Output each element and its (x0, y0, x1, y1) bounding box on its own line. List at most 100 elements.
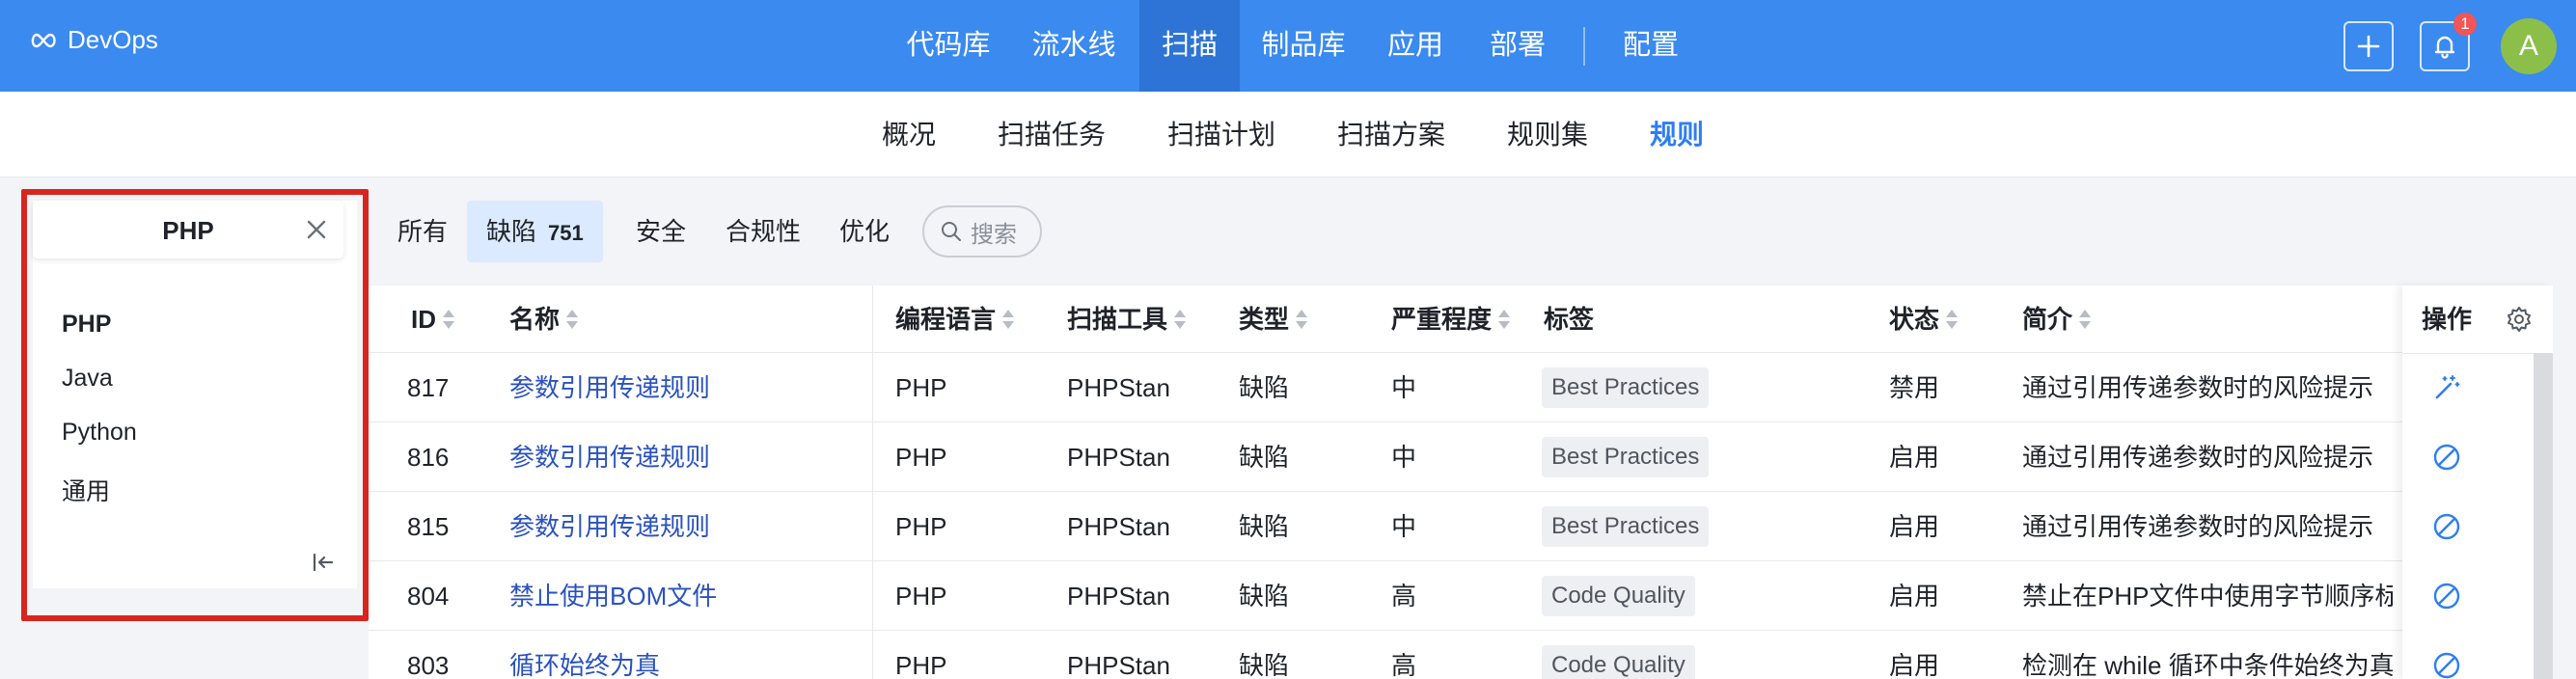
magic-wand-icon[interactable] (2431, 372, 2462, 403)
cell-severity: 高 (1391, 651, 1417, 679)
cell-status: 启用 (1889, 651, 1940, 679)
th-desc[interactable]: 简介 (2022, 285, 2092, 353)
table-row: 815 参数引用传递规则 PHP PHPStan 缺陷 中 Best Pract… (369, 492, 2553, 561)
th-id[interactable]: ID (411, 285, 455, 353)
sort-icon[interactable] (1001, 309, 1015, 330)
cell-tag: Best Practices (1542, 367, 1710, 408)
cell-language: PHP (895, 651, 947, 679)
th-language[interactable]: 编程语言 (895, 285, 1015, 353)
subnav-overview[interactable]: 概况 (882, 92, 936, 177)
th-tags: 标签 (1544, 285, 1594, 353)
add-button[interactable] (2343, 21, 2394, 71)
th-type[interactable]: 类型 (1239, 285, 1308, 353)
th-ops-label: 操作 (2422, 305, 2473, 334)
cell-type: 缺陷 (1239, 582, 1290, 611)
nav-item-code[interactable]: 代码库 (891, 0, 1005, 92)
cell-desc: 通过引用传递参数时的风险提示 (2022, 443, 2374, 472)
search-placeholder: 搜索 (971, 221, 1017, 248)
cell-tag: Best Practices (1542, 506, 1710, 547)
bell-icon (2434, 36, 2455, 59)
sort-icon[interactable] (1295, 309, 1308, 330)
subnav-rules[interactable]: 规则 (1650, 92, 1704, 177)
sort-icon[interactable] (1173, 309, 1187, 330)
top-bar: DevOps 代码库 流水线 扫描 制品库 应用 部署 配置 1 A (0, 0, 2576, 92)
cell-id: 803 (407, 651, 450, 679)
subnav-scan-plans[interactable]: 扫描计划 (1167, 92, 1275, 177)
nav-item-config[interactable]: 配置 (1605, 0, 1696, 92)
filter-compliance[interactable]: 合规性 (726, 201, 801, 262)
th-name-label: 名称 (509, 305, 561, 334)
th-ops: 操作 (2422, 285, 2472, 353)
filter-defect-label: 缺陷 (486, 217, 537, 246)
user-avatar[interactable]: A (2501, 18, 2557, 74)
subnav-scan-schemes[interactable]: 扫描方案 (1337, 92, 1445, 177)
sort-icon[interactable] (442, 309, 455, 330)
cell-status: 禁用 (1889, 373, 1940, 402)
cell-id: 816 (407, 443, 450, 472)
vertical-scrollbar[interactable] (2534, 353, 2553, 679)
cell-name-link[interactable]: 参数引用传递规则 (509, 353, 710, 422)
cell-desc: 通过引用传递参数时的风险提示 (2022, 373, 2374, 402)
cell-severity: 中 (1391, 443, 1417, 472)
cell-tool: PHPStan (1067, 373, 1170, 402)
cell-tool: PHPStan (1067, 512, 1170, 541)
subnav-rulesets[interactable]: 规则集 (1507, 92, 1588, 177)
nav-item-deploy[interactable]: 部署 (1472, 0, 1563, 92)
disable-icon[interactable] (2431, 442, 2462, 473)
cell-desc: 通过引用传递参数时的风险提示 (2022, 512, 2374, 541)
filter-security[interactable]: 安全 (636, 201, 686, 262)
filter-optimize[interactable]: 优化 (839, 201, 890, 262)
sort-icon[interactable] (2078, 309, 2092, 330)
operations-column: 操作 (2402, 285, 2553, 679)
disable-icon[interactable] (2431, 581, 2462, 611)
sort-icon[interactable] (1945, 309, 1959, 330)
sort-icon[interactable] (1497, 309, 1511, 330)
th-desc-label: 简介 (2022, 305, 2073, 334)
subnav-scan-tasks[interactable]: 扫描任务 (998, 92, 1106, 177)
cell-tag: Code Quality (1542, 645, 1695, 679)
filter-defect-count: 751 (548, 221, 584, 245)
th-name[interactable]: 名称 (509, 285, 579, 353)
cell-desc: 检测在 while 循环中条件始终为真的情况 (2022, 651, 2393, 679)
th-status[interactable]: 状态 (1889, 285, 1959, 353)
cell-tag: Best Practices (1542, 437, 1710, 477)
sort-icon[interactable] (565, 309, 579, 330)
nav-item-apps[interactable]: 应用 (1370, 0, 1461, 92)
filter-defect[interactable]: 缺陷 751 (467, 201, 603, 262)
gear-icon[interactable] (2505, 305, 2534, 334)
plus-icon (2357, 35, 2380, 58)
cell-severity: 中 (1391, 512, 1417, 541)
nav-separator (1583, 27, 1585, 66)
cell-name-link[interactable]: 参数引用传递规则 (509, 422, 710, 492)
sub-nav: 概况 扫描任务 扫描计划 扫描方案 规则集 规则 (0, 92, 2576, 177)
cell-status: 启用 (1889, 443, 1940, 472)
main-nav: 代码库 流水线 扫描 制品库 应用 部署 配置 (0, 0, 2576, 92)
cell-id: 817 (407, 373, 450, 402)
table-row: 804 禁止使用BOM文件 PHP PHPStan 缺陷 高 Code Qual… (369, 561, 2553, 631)
search-icon (942, 222, 961, 241)
th-tool[interactable]: 扫描工具 (1067, 285, 1187, 353)
cell-type: 缺陷 (1239, 373, 1290, 402)
table-row: 817 参数引用传递规则 PHP PHPStan 缺陷 中 Best Pract… (369, 353, 2553, 422)
highlight-frame (21, 189, 369, 621)
nav-item-artifacts[interactable]: 制品库 (1250, 0, 1357, 92)
table-row: 803 循环始终为真 PHP PHPStan 缺陷 高 Code Quality… (369, 631, 2553, 679)
cell-language: PHP (895, 512, 947, 541)
th-severity[interactable]: 严重程度 (1391, 285, 1511, 353)
th-type-label: 类型 (1239, 305, 1290, 334)
nav-item-scan[interactable]: 扫描 (1139, 0, 1240, 92)
cell-name-link[interactable]: 循环始终为真 (509, 631, 660, 679)
cell-name-link[interactable]: 参数引用传递规则 (509, 492, 710, 561)
cell-language: PHP (895, 373, 947, 402)
cell-language: PHP (895, 443, 947, 472)
th-id-label: ID (411, 305, 436, 334)
filter-all[interactable]: 所有 (397, 201, 448, 262)
cell-name-link[interactable]: 禁止使用BOM文件 (509, 561, 717, 631)
rules-table: ID 名称 编程语言 扫描工具 类型 严重程度 标签 状态 简介 817 参数引… (369, 285, 2553, 679)
cell-id: 804 (407, 582, 450, 611)
search-input[interactable]: 搜索 (922, 205, 1042, 258)
disable-icon[interactable] (2431, 511, 2462, 542)
cell-desc: 禁止在PHP文件中使用字节顺序标记 (2022, 582, 2393, 611)
disable-icon[interactable] (2431, 650, 2462, 679)
nav-item-pipeline[interactable]: 流水线 (1017, 0, 1131, 92)
